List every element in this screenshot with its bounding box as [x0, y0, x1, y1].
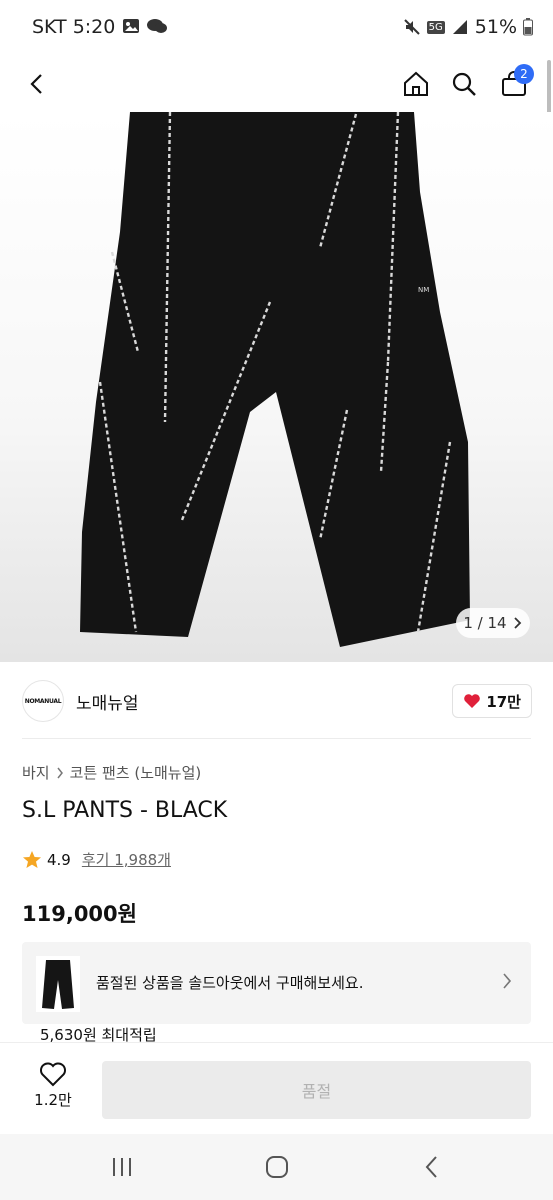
image-counter[interactable]: 1 / 14 — [456, 608, 530, 638]
battery-icon — [523, 18, 533, 36]
back-arrow-icon — [30, 74, 42, 94]
product-image-gallery[interactable]: NM 1 / 14 — [0, 112, 553, 662]
brand-like-button[interactable]: 17만 — [452, 684, 532, 718]
system-back-icon — [425, 1156, 437, 1178]
battery-percent: 51% — [474, 16, 517, 38]
system-back-button[interactable] — [410, 1150, 454, 1184]
price: 119,000원 — [22, 902, 137, 926]
chevron-right-icon — [513, 617, 521, 629]
brand-name[interactable]: 노매뉴얼 — [76, 689, 139, 714]
soldout-button-label: 품절 — [301, 1082, 332, 1101]
wishlist-button[interactable]: 1.2만 — [22, 1061, 84, 1121]
image-counter-text: 1 / 14 — [463, 614, 507, 632]
soldout-promo-banner[interactable]: 품절된 상품을 솔드아웃에서 구매해보세요. — [22, 942, 531, 1024]
cart-count-badge: 2 — [514, 64, 534, 84]
divider — [22, 738, 531, 739]
star-icon — [23, 850, 41, 868]
rating-row: 4.9 후기 1,988개 — [22, 849, 171, 870]
system-home-icon — [266, 1156, 288, 1178]
promo-text: 품절된 상품을 솔드아웃에서 구매해보세요. — [96, 974, 364, 992]
wishlist-count: 1.2만 — [34, 1091, 72, 1109]
gallery-notification-icon — [123, 19, 139, 33]
heart-outline-icon — [40, 1062, 66, 1087]
recent-apps-icon — [113, 1158, 131, 1176]
chevron-right-icon — [503, 973, 512, 989]
status-bar: SKT 5:20 5G 51% — [0, 0, 553, 56]
system-navigation-bar — [0, 1134, 553, 1200]
rating-value: 4.9 — [47, 850, 71, 869]
home-button[interactable] — [394, 62, 438, 106]
garment-mark: NM — [418, 286, 429, 294]
chevron-right-icon — [57, 767, 63, 778]
breadcrumb-category[interactable]: 바지 — [22, 762, 50, 783]
recent-apps-button[interactable] — [100, 1150, 144, 1184]
mute-icon — [403, 19, 420, 35]
product-title: S.L PANTS - BLACK — [22, 798, 228, 823]
brand-row: NOMANUAL 노매뉴얼 17만 — [0, 668, 553, 734]
bottom-action-bar: 1.2만 품절 — [0, 1042, 553, 1135]
home-icon — [404, 71, 428, 96]
brand-logo-text: NOMANUAL — [24, 697, 62, 705]
top-navigation: 2 — [0, 56, 553, 112]
system-home-button[interactable] — [255, 1150, 299, 1184]
search-icon — [452, 72, 476, 96]
network-badge: 5G — [426, 20, 445, 34]
promo-product-thumbnail — [36, 956, 80, 1012]
product-image: NM — [80, 112, 470, 647]
signal-icon — [452, 20, 467, 34]
cart-button[interactable]: 2 — [492, 62, 536, 106]
breadcrumb: 바지 코튼 팬츠 (노매뉴얼) — [22, 762, 201, 783]
breadcrumb-subcategory[interactable]: 코튼 팬츠 (노매뉴얼) — [70, 762, 202, 783]
search-button[interactable] — [442, 62, 486, 106]
brand-like-count: 17만 — [486, 692, 521, 711]
soldout-button[interactable]: 품절 — [102, 1061, 531, 1119]
back-button[interactable] — [16, 62, 60, 106]
heart-icon — [464, 694, 481, 708]
chat-notification-icon — [147, 19, 167, 33]
brand-logo[interactable]: NOMANUAL — [22, 680, 64, 722]
reviews-link[interactable]: 후기 1,988개 — [82, 849, 171, 870]
status-time: SKT 5:20 — [32, 16, 116, 38]
